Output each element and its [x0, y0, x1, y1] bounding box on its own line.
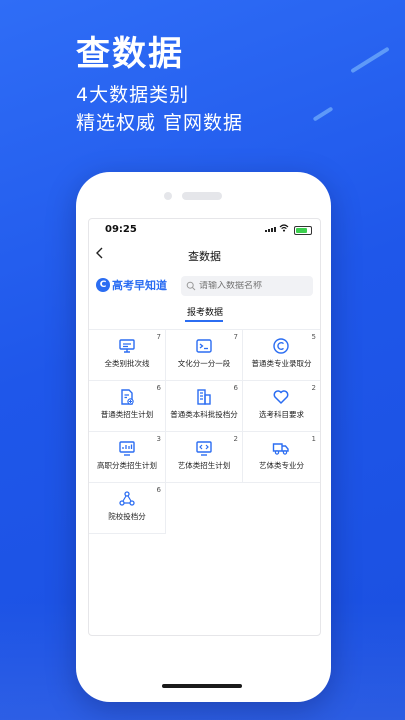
item-label: 高职分类招生计划	[97, 461, 157, 470]
signal-icon	[265, 227, 276, 232]
logo-text: 高考早知道	[112, 279, 167, 292]
home-indicator	[162, 684, 242, 688]
grid-item[interactable]: 6 普通类本科批投档分	[166, 381, 243, 432]
brand-logo: C 高考早知道	[96, 277, 167, 293]
building-icon	[197, 389, 211, 405]
item-count: 2	[311, 384, 316, 392]
item-label: 全类别批次线	[104, 359, 150, 368]
item-count: 6	[156, 384, 161, 392]
tab-active-indicator	[185, 320, 223, 322]
item-label: 文化分一分一段	[177, 359, 231, 368]
decor-streak	[312, 106, 334, 122]
hero-subtitle-2: 精选权威 官网数据	[76, 112, 244, 134]
phone-mockup: 09:25 查数据 C 高考早知道 报考数据	[76, 172, 331, 702]
wifi-icon	[279, 224, 289, 235]
item-label: 艺体类招生计划	[177, 461, 231, 470]
data-category-grid: 7 全类别批次线 7 文化分一分一段 5 普通类专业录取分 6 普通类招生计划	[89, 329, 320, 534]
grid-item[interactable]: 2 选考科目要求	[243, 381, 320, 432]
grid-item[interactable]: 6 普通类招生计划	[89, 381, 166, 432]
heart-icon	[273, 390, 289, 404]
speaker-slot	[182, 192, 222, 200]
camera-dot	[164, 192, 172, 200]
item-count: 6	[156, 486, 161, 494]
status-time: 09:25	[105, 224, 137, 235]
document-icon	[121, 389, 134, 405]
item-count: 7	[156, 333, 161, 341]
monitor-chart-icon	[119, 441, 135, 456]
item-label: 普通类本科批投档分	[170, 410, 238, 419]
nav-title: 查数据	[188, 250, 221, 263]
item-count: 2	[233, 435, 238, 443]
nav-bar: 查数据	[89, 245, 320, 269]
grid-item[interactable]: 7 文化分一分一段	[166, 330, 243, 381]
search-input[interactable]	[199, 281, 304, 291]
grid-item[interactable]: 5 普通类专业录取分	[243, 330, 320, 381]
grid-item[interactable]: 7 全类别批次线	[89, 330, 166, 381]
tab-baokao-data[interactable]: 报考数据	[187, 305, 223, 318]
hero-title: 查数据	[76, 34, 184, 74]
grid-item[interactable]: 6 院校投档分	[89, 483, 166, 534]
grid-item[interactable]: 1 艺体类专业分	[243, 432, 320, 483]
item-count: 1	[311, 435, 316, 443]
item-count: 3	[156, 435, 161, 443]
search-box[interactable]	[181, 276, 313, 296]
logo-mark-icon: C	[96, 278, 110, 292]
truck-icon	[272, 443, 289, 455]
item-label: 普通类招生计划	[100, 410, 154, 419]
status-bar: 09:25	[89, 219, 320, 239]
grid-item[interactable]: 3 高职分类招生计划	[89, 432, 166, 483]
decor-streak	[350, 46, 390, 74]
code-screen-icon	[196, 441, 212, 456]
item-label: 艺体类专业分	[259, 461, 304, 470]
battery-icon	[294, 226, 312, 235]
item-label: 普通类专业录取分	[251, 359, 312, 368]
item-count: 7	[233, 333, 238, 341]
item-count: 6	[233, 384, 238, 392]
grid-item[interactable]: 2 艺体类招生计划	[166, 432, 243, 483]
item-label: 院校投档分	[108, 512, 146, 521]
item-count: 5	[311, 333, 316, 341]
copyright-icon	[273, 338, 289, 354]
terminal-icon	[196, 339, 212, 353]
app-screen: 09:25 查数据 C 高考早知道 报考数据	[88, 218, 321, 636]
search-icon	[186, 281, 196, 291]
item-label: 选考科目要求	[259, 410, 304, 419]
hero-subtitle-1: 4大数据类别	[76, 84, 190, 106]
monitor-icon	[119, 339, 135, 353]
network-icon	[119, 491, 135, 506]
